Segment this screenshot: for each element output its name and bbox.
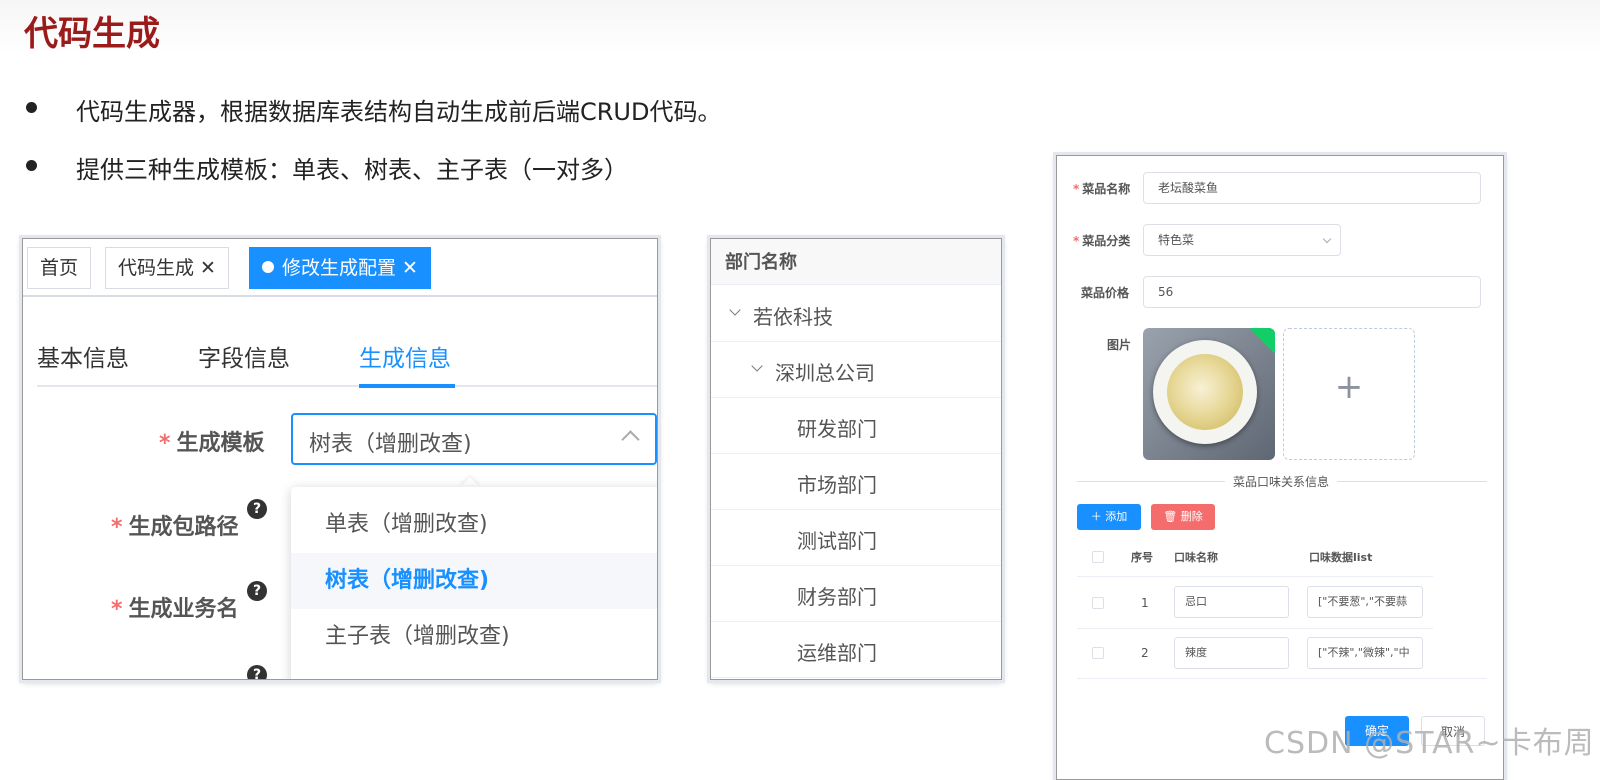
tree-header-label: 部门名称 (725, 252, 797, 273)
table-row-divider (1077, 678, 1487, 679)
dish-image-label: 图片 (1107, 338, 1132, 352)
tab-gen-info[interactable]: 生成信息 (359, 339, 451, 373)
chevron-up-icon (621, 430, 640, 449)
table-row-divider (1077, 576, 1433, 577)
tree-row-label: 财务部门 (797, 585, 877, 609)
col-header-flavor-list: 口味数据list (1309, 551, 1373, 564)
help-icon[interactable]: ? (247, 665, 267, 679)
tree-row-label: 若依科技 (753, 305, 833, 329)
bullet-text: 提供三种生成模板：单表、树表、主子表（一对多） (76, 156, 628, 184)
dish-name-label: * 菜品名称 (1073, 182, 1131, 196)
image-upload-box[interactable]: + (1283, 328, 1415, 460)
add-button[interactable]: ＋ 添加 (1077, 504, 1141, 530)
business-name-label: * 生成业务名 (111, 597, 239, 622)
row-checkbox[interactable] (1092, 647, 1104, 659)
dropdown-option-selected[interactable]: 树表（增删改查) (291, 553, 657, 609)
tree-row[interactable]: 研发部门 (711, 398, 1001, 454)
tree-row-label: 市场部门 (797, 473, 877, 497)
bullet-dot (26, 160, 37, 171)
tag-label: 代码生成 (118, 257, 195, 279)
section-title: 菜品口味关系信息 (1225, 473, 1338, 490)
tree-row-label: 测试部门 (797, 529, 877, 553)
close-icon[interactable]: ✕ (200, 257, 216, 279)
package-path-label: * 生成包路径 (111, 515, 239, 540)
template-label: * 生成模板 (159, 431, 265, 456)
chevron-down-icon[interactable] (729, 304, 741, 316)
tree-row[interactable]: 运维部门 (711, 622, 1001, 678)
tree-row-label: 研发部门 (797, 417, 877, 441)
soup-shape (1167, 354, 1243, 430)
tag-edit-gen-config[interactable]: 修改生成配置 ✕ (249, 247, 431, 289)
flavor-list-input[interactable]: ["不要葱","不要蒜 (1307, 586, 1423, 618)
select-all-checkbox[interactable] (1092, 551, 1104, 563)
flavor-name-input[interactable]: 忌口 (1174, 586, 1289, 618)
row-index: 1 (1141, 596, 1149, 610)
bullet-dot (26, 102, 37, 113)
dish-form-panel: * 菜品名称 老坛酸菜鱼 * 菜品分类 特色菜 菜品价格 56 图片 + 菜品口味关… (1056, 155, 1504, 780)
tags-view-bar: 首页 代码生成 ✕ 修改生成配置 ✕ (23, 239, 657, 297)
delete-button[interactable]: 🗑 删除 (1151, 504, 1215, 530)
flavor-name-input[interactable]: 辣度 (1174, 637, 1289, 669)
col-header-flavor-name: 口味名称 (1174, 551, 1218, 564)
tag-label: 首页 (40, 257, 79, 279)
template-select[interactable]: 树表（增删改查) (291, 413, 657, 465)
chevron-down-icon (1322, 234, 1332, 244)
dish-price-input[interactable]: 56 (1143, 276, 1481, 308)
bullet-text: 代码生成器，根据数据库表结构自动生成前后端CRUD代码。 (76, 98, 722, 126)
table-row-divider (1077, 628, 1433, 629)
slide-header: 代码生成 (0, 0, 1600, 56)
row-index: 2 (1141, 646, 1149, 660)
dish-category-value: 特色菜 (1158, 233, 1195, 247)
template-dropdown: 单表（增删改查) 树表（增删改查) 主子表（增删改查) (291, 487, 657, 679)
tab-basic-info[interactable]: 基本信息 (37, 339, 129, 373)
dish-price-label: 菜品价格 (1081, 286, 1130, 300)
tree-row[interactable]: 市场部门 (711, 454, 1001, 510)
close-icon[interactable]: ✕ (402, 257, 418, 279)
dish-image[interactable] (1143, 328, 1275, 460)
watermark: CSDN @STAR~卡布周 (1264, 726, 1595, 761)
tag-code-gen[interactable]: 代码生成 ✕ (105, 247, 229, 289)
tab-field-info[interactable]: 字段信息 (198, 339, 290, 373)
active-tab-indicator (359, 384, 455, 388)
bowl-shape (1153, 340, 1257, 444)
dish-category-select[interactable]: 特色菜 (1143, 224, 1341, 256)
template-select-value: 树表（增删改查) (309, 432, 472, 457)
tree-row[interactable]: 测试部门 (711, 510, 1001, 566)
codegen-panel: 首页 代码生成 ✕ 修改生成配置 ✕ 基本信息 字段信息 生成信息 * 生成模板 树表… (22, 238, 658, 680)
chevron-down-icon[interactable] (751, 360, 763, 372)
flavor-list-input[interactable]: ["不辣","微辣","中 (1307, 637, 1423, 669)
active-dot-icon (262, 261, 274, 273)
tree-row-label: 深圳总公司 (775, 361, 875, 385)
tree-header: 部门名称 (711, 239, 1001, 285)
slide-title: 代码生成 (24, 14, 160, 54)
row-checkbox[interactable] (1092, 597, 1104, 609)
dish-name-input[interactable]: 老坛酸菜鱼 (1143, 172, 1481, 204)
dept-tree-panel: 部门名称 若依科技 深圳总公司 研发部门 市场部门 测试部门 财务部门 运维部门 (710, 238, 1002, 680)
col-header-index: 序号 (1131, 551, 1153, 564)
help-icon[interactable]: ? (247, 499, 267, 519)
tree-row[interactable]: 若依科技 (711, 286, 1001, 342)
tab-bar-divider (37, 385, 657, 387)
tree-row[interactable]: 财务部门 (711, 566, 1001, 622)
tag-label: 修改生成配置 (282, 257, 397, 279)
help-icon[interactable]: ? (247, 581, 267, 601)
plus-icon: + (1334, 367, 1364, 407)
dropdown-option[interactable]: 主子表（增删改查) (291, 609, 657, 665)
uploaded-check-icon (1249, 328, 1275, 354)
tag-home[interactable]: 首页 (27, 247, 92, 289)
tree-row[interactable]: 深圳总公司 (711, 342, 1001, 398)
dish-category-label: * 菜品分类 (1073, 234, 1131, 248)
dropdown-option[interactable]: 单表（增删改查) (291, 497, 657, 553)
tree-row-label: 运维部门 (797, 641, 877, 665)
